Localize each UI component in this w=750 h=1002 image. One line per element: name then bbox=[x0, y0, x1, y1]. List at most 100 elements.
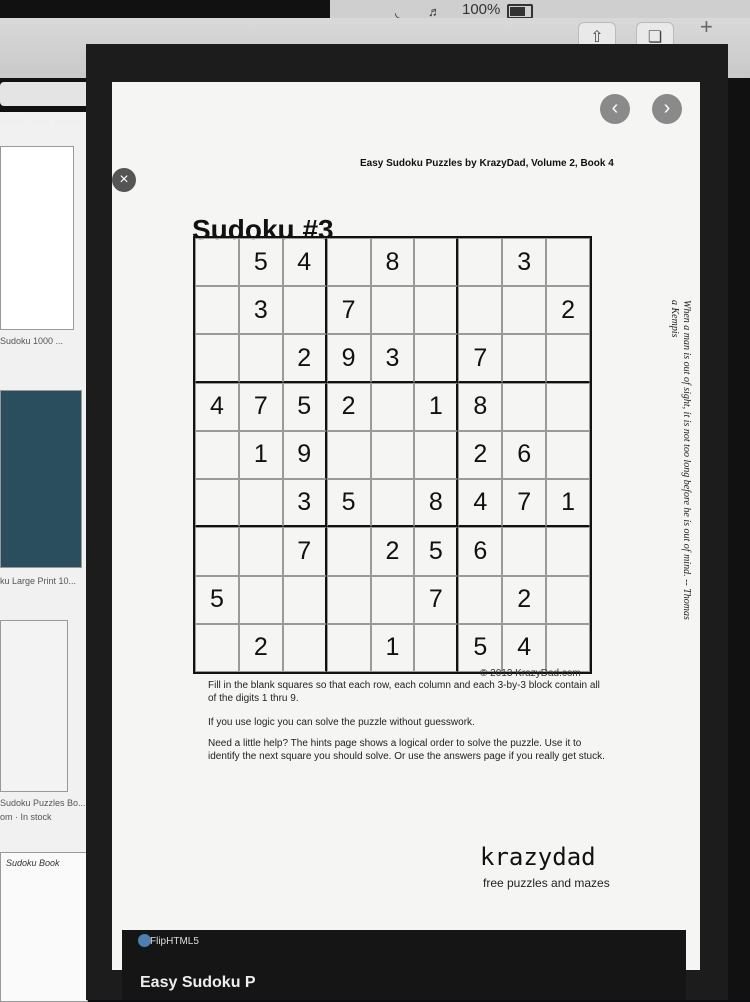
book-thumbnail-4[interactable] bbox=[0, 852, 88, 1002]
sudoku-cell bbox=[502, 286, 547, 335]
sudoku-cell bbox=[326, 527, 371, 576]
sudoku-cell bbox=[195, 527, 239, 576]
sudoku-cell: 9 bbox=[282, 430, 327, 480]
sudoku-cell bbox=[326, 238, 371, 287]
sudoku-cell bbox=[195, 334, 239, 383]
sudoku-cell: 4 bbox=[502, 623, 547, 672]
sudoku-cell bbox=[195, 286, 239, 335]
sudoku-cell bbox=[370, 479, 415, 528]
sudoku-cell bbox=[546, 575, 590, 624]
new-tab-button[interactable]: + bbox=[700, 14, 713, 40]
side-quote: When a man is out of sight, it is not to… bbox=[669, 300, 692, 620]
sudoku-cell: 3 bbox=[238, 286, 283, 335]
sudoku-cell bbox=[238, 575, 283, 624]
sudoku-cell: 2 bbox=[458, 430, 503, 480]
sudoku-cell bbox=[458, 238, 503, 287]
sudoku-cell bbox=[195, 238, 239, 287]
sudoku-cell: 8 bbox=[370, 238, 415, 287]
close-button[interactable]: × bbox=[112, 168, 136, 192]
sudoku-cell: 5 bbox=[195, 575, 239, 624]
footer-title: Easy Sudoku P bbox=[140, 974, 256, 991]
sudoku-cell bbox=[546, 430, 590, 480]
sudoku-cell bbox=[326, 575, 371, 624]
sudoku-cell: 2 bbox=[282, 334, 327, 383]
sudoku-cell: 4 bbox=[458, 479, 503, 528]
sudoku-cell: 5 bbox=[238, 238, 283, 287]
sudoku-cell: 7 bbox=[502, 479, 547, 528]
sudoku-cell bbox=[546, 238, 590, 287]
battery-icon bbox=[507, 4, 533, 19]
sudoku-cell bbox=[370, 430, 415, 480]
sudoku-cell: 6 bbox=[458, 527, 503, 576]
book-header: Easy Sudoku Puzzles by KrazyDad, Volume … bbox=[360, 158, 614, 169]
book-caption-1[interactable]: Sudoku 1000 ... bbox=[0, 336, 63, 346]
sudoku-cell: 6 bbox=[502, 430, 547, 480]
sudoku-cell: 1 bbox=[546, 479, 590, 528]
sudoku-cell bbox=[370, 575, 415, 624]
sudoku-cell: 7 bbox=[414, 575, 459, 624]
stock-caption: om · In stock bbox=[0, 812, 52, 822]
krazydad-logo: krazydad bbox=[480, 843, 596, 871]
sudoku-cell bbox=[195, 479, 239, 528]
sudoku-cell bbox=[326, 623, 371, 672]
sudoku-cell: 3 bbox=[282, 479, 327, 528]
page-tab-label: udoku book pages bbox=[0, 116, 82, 127]
instruction-logic: If you use logic you can solve the puzzl… bbox=[208, 717, 475, 728]
sudoku-cell bbox=[414, 238, 459, 287]
sudoku-cell bbox=[502, 382, 547, 431]
sudoku-cell bbox=[546, 623, 590, 672]
book-caption-4: Sudoku Book bbox=[6, 858, 60, 868]
sudoku-cell: 3 bbox=[502, 238, 547, 287]
sudoku-cell: 8 bbox=[458, 382, 503, 431]
sudoku-cell: 3 bbox=[370, 334, 415, 383]
book-caption-2[interactable]: ku Large Print 10... bbox=[0, 576, 76, 586]
sudoku-cell bbox=[414, 286, 459, 335]
sudoku-cell bbox=[238, 334, 283, 383]
previous-page-button[interactable]: ‹ bbox=[600, 94, 630, 124]
book-caption-3[interactable]: Sudoku Puzzles Bo... bbox=[0, 798, 86, 808]
sudoku-cell bbox=[370, 286, 415, 335]
next-page-button[interactable]: › bbox=[652, 94, 682, 124]
sudoku-cell: 2 bbox=[326, 382, 371, 431]
sudoku-cell bbox=[502, 334, 547, 383]
sudoku-cell: 9 bbox=[326, 334, 371, 383]
logo-tagline: free puzzles and mazes bbox=[483, 876, 610, 890]
sudoku-cell bbox=[370, 382, 415, 431]
sudoku-cell: 2 bbox=[502, 575, 547, 624]
sudoku-cell: 1 bbox=[370, 623, 415, 672]
sudoku-cell: 7 bbox=[282, 527, 327, 576]
sudoku-cell bbox=[546, 382, 590, 431]
sudoku-cell bbox=[195, 623, 239, 672]
sudoku-cell: 5 bbox=[326, 479, 371, 528]
book-thumbnail-2[interactable] bbox=[0, 390, 82, 568]
sudoku-cell: 4 bbox=[195, 382, 239, 431]
sudoku-cell: 5 bbox=[414, 527, 459, 576]
copyright: © 2013 KrazyDad.com bbox=[480, 668, 581, 679]
book-thumbnail-1[interactable] bbox=[0, 146, 74, 330]
sudoku-cell bbox=[546, 527, 590, 576]
chevron-right-icon: › bbox=[663, 97, 671, 119]
book-thumbnail-3[interactable] bbox=[0, 620, 68, 792]
sudoku-cell: 1 bbox=[238, 430, 283, 480]
sudoku-cell bbox=[546, 334, 590, 383]
sudoku-cell bbox=[238, 527, 283, 576]
sudoku-cell bbox=[458, 286, 503, 335]
sudoku-cell: 5 bbox=[282, 382, 327, 431]
battery-percent: 100% bbox=[462, 1, 501, 18]
sudoku-cell bbox=[458, 575, 503, 624]
sudoku-cell: 7 bbox=[458, 334, 503, 383]
chevron-left-icon: ‹ bbox=[611, 97, 619, 119]
close-icon: × bbox=[119, 171, 129, 188]
sudoku-cell bbox=[282, 575, 327, 624]
sudoku-cell bbox=[502, 527, 547, 576]
sudoku-cell bbox=[282, 286, 327, 335]
sudoku-cell bbox=[414, 623, 459, 672]
sudoku-grid: 54833722937475218192635847172565722154 bbox=[193, 236, 592, 674]
sudoku-cell: 2 bbox=[546, 286, 590, 335]
footer-brand[interactable]: FlipHTML5 bbox=[150, 936, 199, 947]
sudoku-cell bbox=[414, 430, 459, 480]
sudoku-cell: 1 bbox=[414, 382, 459, 431]
sudoku-cell bbox=[414, 334, 459, 383]
sudoku-cell bbox=[238, 479, 283, 528]
volume-icon: ♬ bbox=[428, 4, 441, 19]
